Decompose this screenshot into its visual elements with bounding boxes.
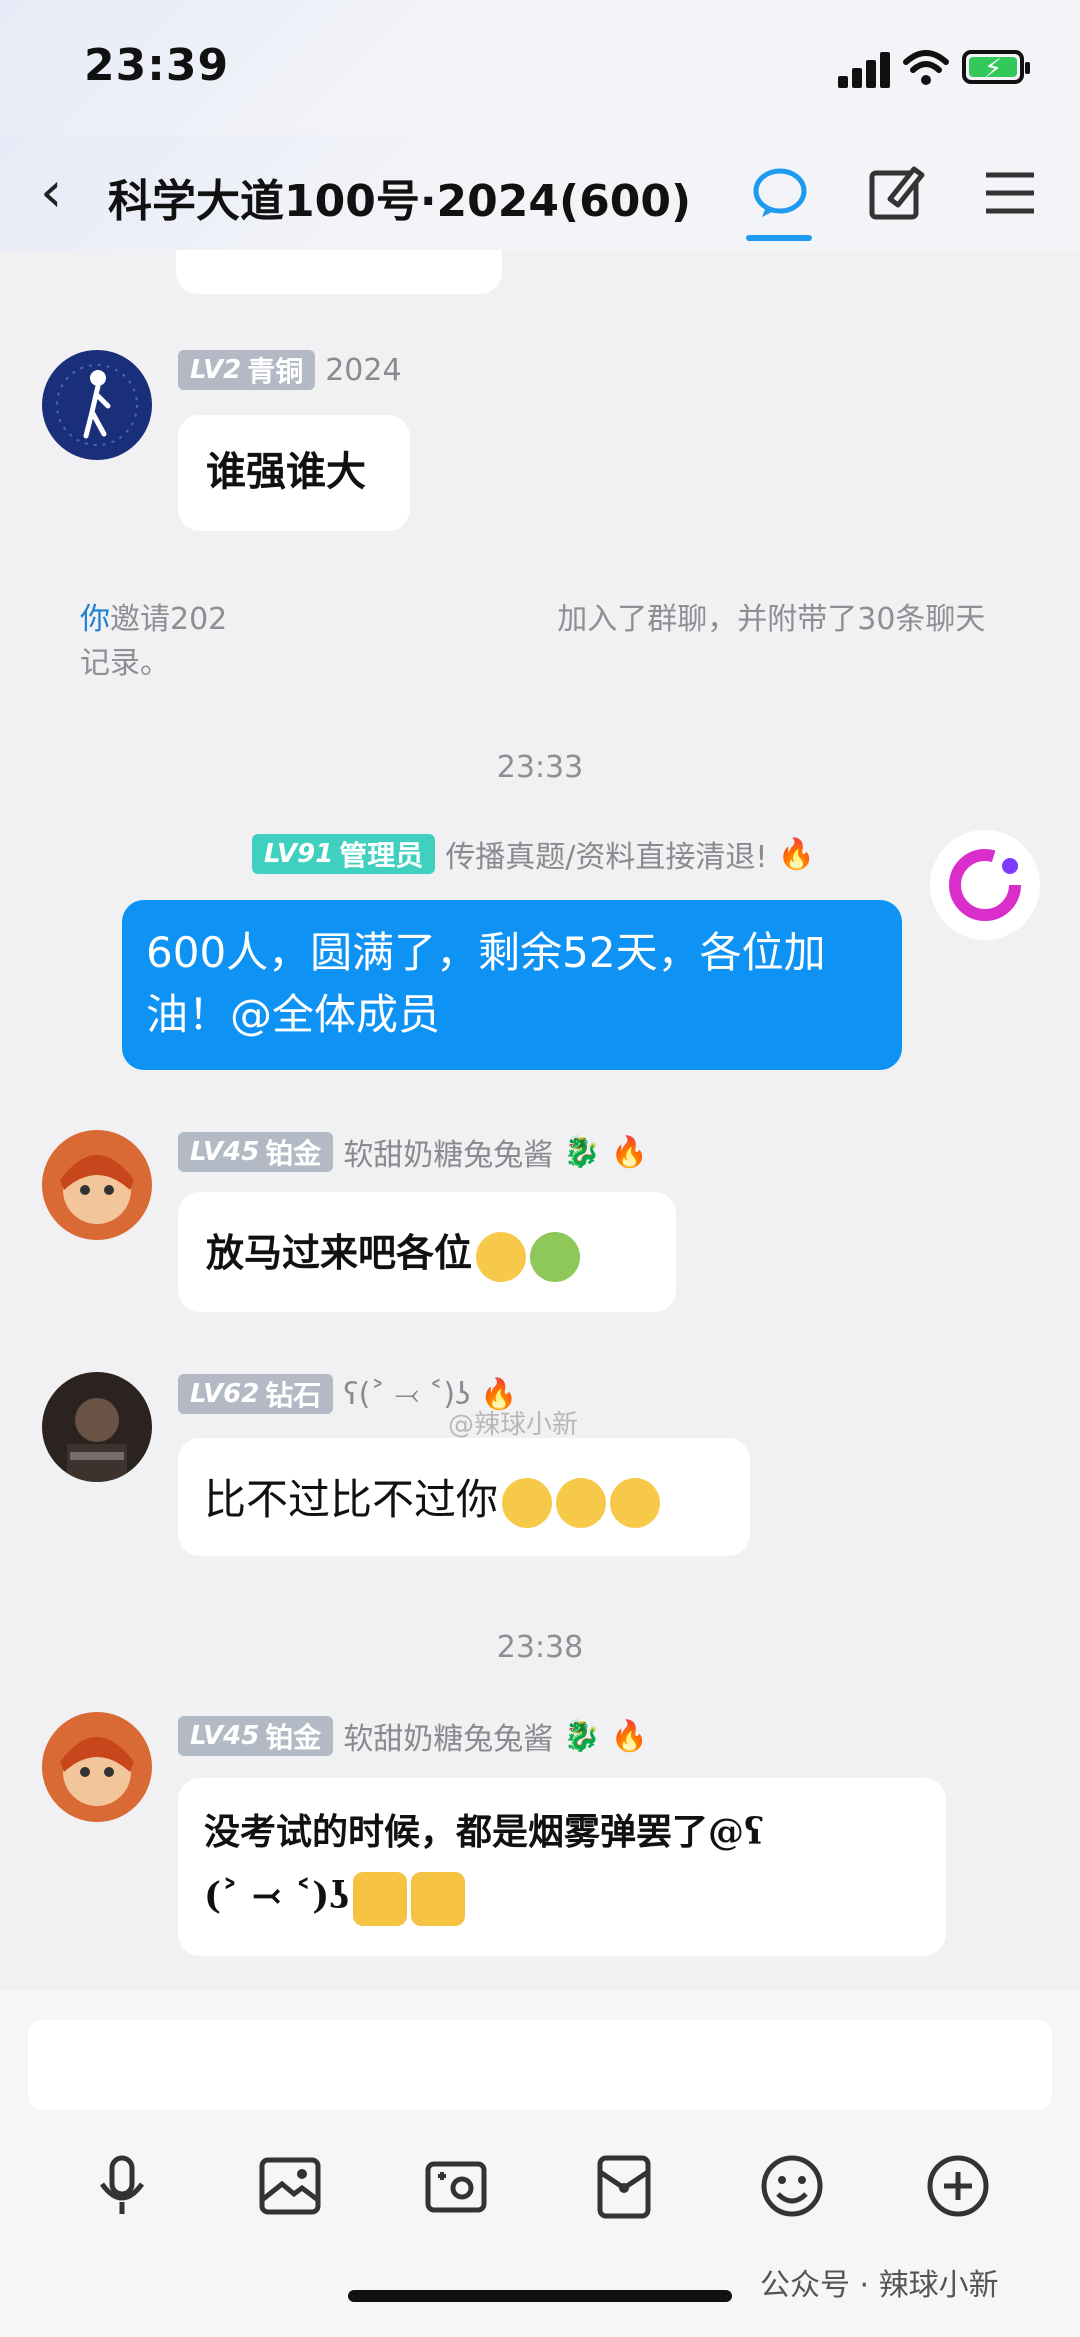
avatar[interactable] [42,350,152,460]
active-tab-indicator [746,235,812,241]
status-bar: 23:39 ⚡ [0,0,1080,135]
sender-name: 软甜奶糖兔兔酱 [343,1722,554,1757]
worried-emoji-icon [610,1477,661,1528]
message-input[interactable] [28,2020,1052,2110]
flame-icon: 🔥 [480,1376,518,1412]
camera-icon[interactable] [420,2150,492,2222]
flame-icon: 🔥 [610,1134,649,1170]
red-packet-icon[interactable] [588,2150,660,2222]
emoji-icon[interactable] [756,2150,828,2222]
message-bubble[interactable]: 谁强谁大 [178,415,410,531]
system-notice-you[interactable]: 你 [80,602,110,637]
message-bubble[interactable]: 比不过比不过你 [178,1438,750,1556]
level-badge: LV45 铂金 [178,1132,334,1172]
home-indicator[interactable] [348,2290,732,2302]
avatar[interactable] [42,1712,152,1822]
sender-name: 软甜奶糖兔兔酱 [343,1138,554,1173]
edit-icon[interactable] [864,161,928,225]
message-bubble[interactable]: 没考试的时候，都是烟雾弹罢了@ʕ (˃ ⤙ ˂)ʖ [178,1778,946,1956]
chat-header: ‹ 科学大道100号·2024(600) [0,135,1080,250]
message-bubble[interactable]: 放马过来吧各位 [178,1192,676,1312]
message-bubble-mine[interactable]: 600人，圆满了，剩余52天，各位加油！@全体成员 [122,900,902,1070]
sender-name: ʕ(˃ ⤙ ˂)ʖ [343,1376,471,1412]
back-icon[interactable]: ‹ [40,165,90,225]
avatar[interactable] [42,1130,152,1240]
flame-icon: 🔥 [777,836,815,872]
level-badge: LV45 铂金 [178,1716,334,1756]
sender-meta: LV45 铂金 软甜奶糖兔兔酱 🐉 🔥 [178,1714,648,1758]
level-badge: LV91 管理员 [252,834,436,874]
chat-icon[interactable] [748,161,812,225]
message-list[interactable]: LV2 青铜 2024 谁强谁大 你邀请202 加入了群聊，并附带了30条聊天记录… [0,250,1080,1990]
status-time: 23:39 [84,40,230,91]
shocked-emoji-icon [556,1477,607,1528]
plus-icon[interactable] [922,2150,994,2222]
cellular-signal-icon [838,52,890,88]
timestamp: 23:38 [496,1630,584,1665]
dragon-icon: 🐉 [563,1718,601,1754]
level-badge: LV2 青铜 [178,350,316,390]
sick-emoji-icon [530,1231,581,1282]
wifi-icon [903,50,949,85]
footer-watermark: 公众号 · 辣球小新 [760,2268,999,2303]
battery-icon: ⚡ [962,50,1030,84]
avatar[interactable] [930,830,1040,940]
flame-icon: 🔥 [610,1718,649,1754]
sender-meta: LV45 铂金 软甜奶糖兔兔酱 🐉 🔥 [178,1130,648,1174]
timestamp: 23:33 [496,750,584,785]
sender-name: 传播真题/资料直接清退! [445,840,768,875]
message-bubble-partial[interactable] [176,250,502,294]
group-title: 科学大道100号·2024(600) [108,176,692,227]
cheese-emoji-icon [411,1872,466,1926]
cheese-emoji-icon [353,1872,408,1926]
sender-meta: LV2 青铜 2024 [178,350,402,390]
level-badge: LV62 钻石 [178,1374,334,1414]
system-notice: 你邀请202 加入了群聊，并附带了30条聊天记录。 [80,602,986,681]
composer-bar: 公众号 · 辣球小新 [0,1990,1080,2337]
menu-icon[interactable] [978,161,1042,225]
shocked-emoji-icon [502,1477,553,1528]
smirk-emoji-icon [476,1231,527,1282]
sender-name: 2024 [325,352,402,388]
mic-icon[interactable] [86,2150,158,2222]
dragon-icon: 🐉 [563,1134,601,1170]
avatar[interactable] [42,1372,152,1482]
image-icon[interactable] [254,2150,326,2222]
sender-meta: LV91 管理员 传播真题/资料直接清退! 🔥 [252,832,815,876]
sender-meta: LV62 钻石 ʕ(˃ ⤙ ˂)ʖ 🔥 [178,1374,518,1414]
